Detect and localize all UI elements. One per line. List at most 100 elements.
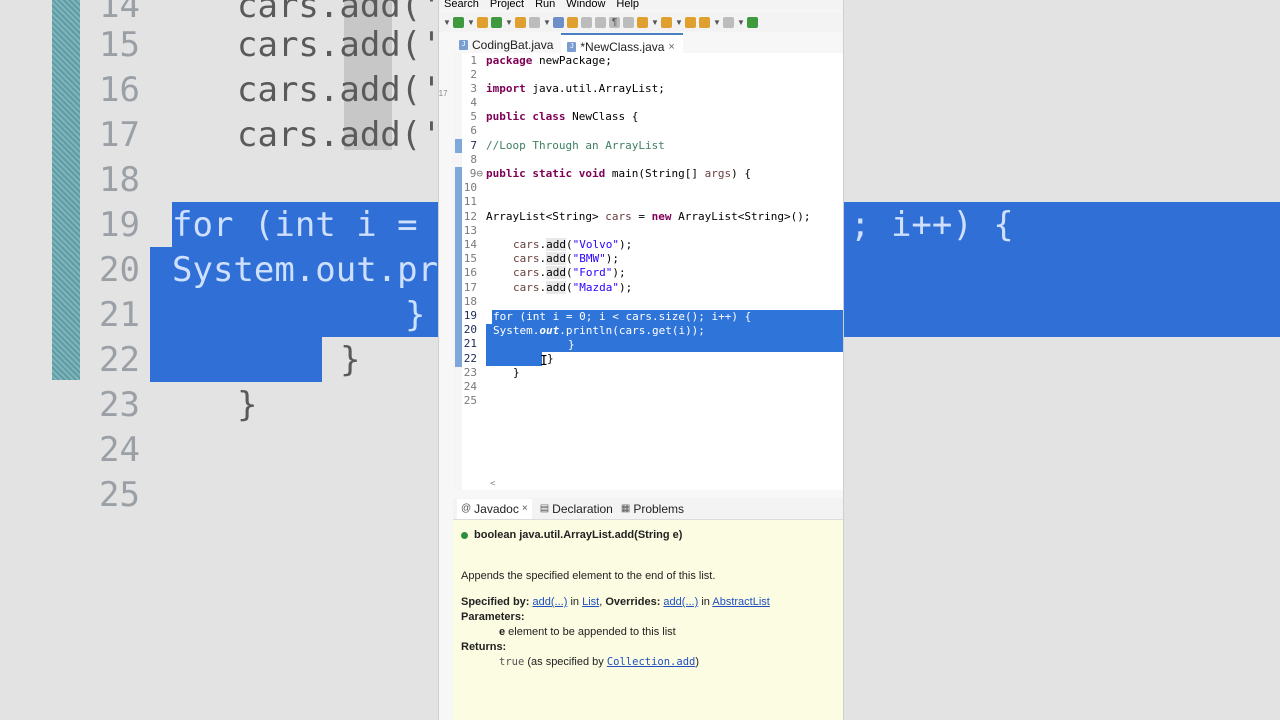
menu-search[interactable]: Search (444, 0, 479, 10)
background-line-number: 15 (99, 25, 140, 65)
code-line: package newPackage; (486, 54, 612, 68)
background-code-line: cars.add(' (237, 0, 442, 26)
list-link[interactable]: List (582, 596, 599, 608)
menu-window[interactable]: Window (566, 0, 605, 10)
editor-tabs: J CodingBat.java J *NewClass.java × (453, 33, 843, 55)
tab-javadoc[interactable]: @ Javadoc × (457, 498, 532, 519)
tab-problems[interactable]: ▦ Problems (621, 502, 684, 516)
line-number: 19 (463, 309, 477, 322)
tab-declaration[interactable]: ▤ Declaration (540, 502, 613, 516)
java-file-icon: J (567, 41, 577, 52)
background-selection (150, 337, 322, 382)
menu-run[interactable]: Run (535, 0, 555, 10)
dropdown-arrow-icon[interactable]: ▼ (675, 17, 683, 28)
dropdown-arrow-icon[interactable]: ▼ (505, 17, 513, 28)
doc-text: in (567, 596, 583, 608)
open-folder-icon[interactable] (515, 16, 526, 28)
close-icon[interactable]: × (668, 41, 674, 53)
line-number: 7 (470, 139, 477, 152)
line-number: 25 (463, 394, 477, 407)
collection-add-link[interactable]: Collection.add (607, 656, 696, 668)
next-annotation-icon[interactable] (637, 16, 648, 28)
problems-icon: ▦ (620, 503, 631, 514)
keyword: package (486, 54, 533, 67)
comment-line: //Loop Through an ArrayList (486, 139, 665, 152)
code-editor[interactable]: -17 1 2 3 4 5 6 7 8 9⊖ 10 11 12 13 14 15… (439, 53, 843, 490)
menu-help[interactable]: Help (616, 0, 639, 10)
keyword: public (486, 110, 526, 123)
dropdown-arrow-icon[interactable]: ▼ (713, 17, 721, 28)
debug-icon[interactable] (453, 16, 464, 28)
line-number: 15 (463, 252, 477, 265)
close-icon[interactable]: × (522, 503, 528, 514)
pen-icon[interactable] (567, 16, 578, 28)
pilcrow-icon[interactable]: ¶ (609, 16, 620, 28)
ruler-marker (455, 167, 462, 367)
parameter-row: e element to be appended to this list (461, 625, 837, 640)
background-code-line: cars.add(' (237, 70, 442, 110)
line-number: 21 (463, 337, 477, 350)
tab-codingbat[interactable]: J CodingBat.java (453, 33, 561, 53)
background-ruler-strip (52, 0, 80, 380)
dropdown-arrow-icon[interactable]: ▼ (737, 17, 745, 28)
previous-annotation-icon[interactable] (661, 16, 672, 28)
open-perspective-icon[interactable] (747, 16, 758, 28)
selected-code-line: System.out.println(cars.get(i)); (493, 324, 705, 338)
code-text: ArrayList<String> (486, 210, 606, 223)
selected-code-line: } (568, 338, 575, 351)
dropdown-arrow-icon[interactable]: ▼ (443, 17, 451, 28)
horizontal-scrollbar[interactable]: < (486, 479, 843, 490)
code-text: main(String[] (605, 167, 705, 180)
returns-value: true (499, 656, 525, 668)
parameters-heading: Parameters: (461, 611, 525, 623)
string-literal: "Ford" (572, 266, 613, 279)
background-line-number: 24 (99, 430, 140, 470)
code-line: cars.add("BMW"); (513, 252, 619, 265)
toggle-icon[interactable] (595, 16, 606, 28)
javadoc-content: boolean java.util.ArrayList.add(String e… (461, 528, 837, 670)
tab-label: Javadoc (474, 501, 519, 516)
code-text: ArrayList<String>(); (671, 210, 811, 223)
returns-heading: Returns: (461, 641, 507, 653)
background-line-number: 19 (99, 205, 140, 245)
last-edit-icon[interactable] (685, 16, 696, 28)
block-icon[interactable] (623, 16, 634, 28)
line-number: 23 (463, 366, 477, 379)
code-line: public class NewClass { (486, 110, 638, 124)
code-text: NewClass { (565, 110, 639, 123)
javadoc-panel: @ Javadoc × ▤ Declaration ▦ Problems boo… (453, 498, 843, 720)
toolbar: ▼ ▼ ▼ ▼ ¶ ▼ ▼ ▼ ▼ (439, 12, 843, 32)
dropdown-arrow-icon[interactable]: ▼ (651, 17, 659, 28)
string-literal: "BMW" (572, 252, 606, 265)
annotation-icon[interactable] (581, 16, 592, 28)
tool-icon[interactable] (529, 16, 540, 28)
dropdown-arrow-icon[interactable]: ▼ (467, 17, 475, 28)
overrides-link[interactable]: add(...) (663, 596, 698, 608)
method-name: add (546, 238, 566, 251)
line-number: 12 (463, 210, 477, 223)
line-number: 4 (470, 96, 477, 109)
abstractlist-link[interactable]: AbstractList (712, 596, 769, 608)
field-name: out (539, 324, 560, 337)
code-area[interactable]: package newPackage; import java.util.Arr… (486, 53, 843, 490)
tab-newclass[interactable]: J *NewClass.java × (561, 33, 683, 55)
code-text: newPackage; (532, 54, 612, 67)
code-text: System. (493, 324, 540, 337)
doc-description: Appends the specified element to the end… (461, 570, 716, 582)
tab-label: *NewClass.java (580, 39, 665, 54)
dropdown-arrow-icon[interactable]: ▼ (543, 17, 551, 28)
back-icon[interactable] (699, 16, 710, 28)
search-icon[interactable] (553, 16, 564, 28)
at-icon: @ (461, 503, 472, 514)
new-package-icon[interactable] (477, 16, 488, 28)
run-icon[interactable] (491, 16, 502, 28)
variable: cars (513, 252, 540, 265)
forward-icon[interactable] (723, 16, 734, 28)
annotation-ruler (453, 53, 462, 490)
keyword: static (532, 167, 573, 180)
specified-link[interactable]: add(...) (533, 596, 568, 608)
menu-project[interactable]: Project (490, 0, 524, 10)
variable: cars (513, 238, 540, 251)
scroll-left-icon[interactable]: < (490, 479, 495, 489)
method-name: add (546, 252, 566, 265)
